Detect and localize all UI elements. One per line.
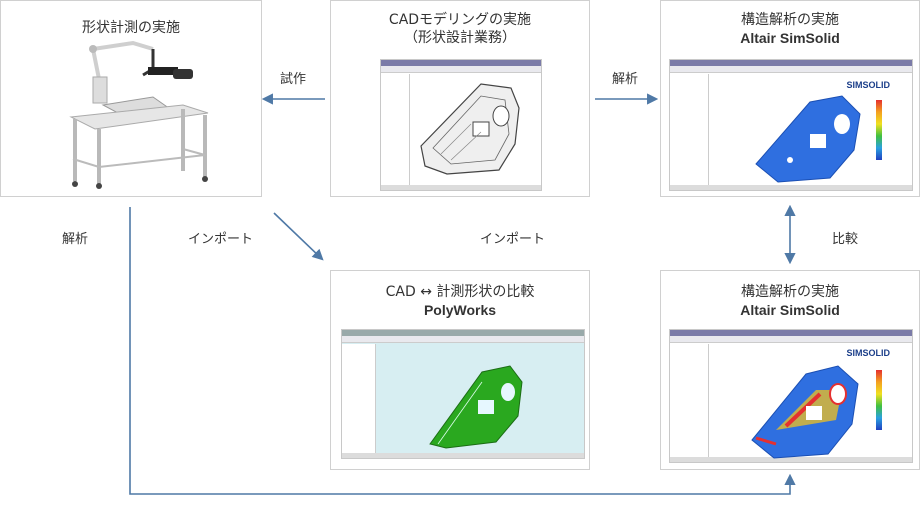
cad-box-title: CADモデリングの実施 [388, 12, 532, 28]
arrow-measure-to-compare [273, 212, 324, 261]
compare-software: PolyWorks [423, 302, 497, 318]
analysis-bottom-title: 構造解析の実施 [741, 284, 839, 300]
cad-box: CADモデリングの実施 （形状設計業務） [330, 0, 590, 197]
label-import-right: インポート [480, 232, 546, 247]
label-analysis-right: 解析 [612, 72, 639, 87]
label-import-left: インポート [188, 232, 254, 247]
measurement-arm-table-image [69, 40, 209, 189]
analysis-bottom-box: 構造解析の実施 Altair SimSolid SIMSOLID [660, 270, 920, 470]
label-analysis-left: 解析 [62, 232, 89, 247]
label-compare: 比較 [832, 232, 859, 247]
analysis-top-software: Altair SimSolid [740, 30, 840, 46]
analysis-top-title: 構造解析の実施 [741, 12, 839, 28]
compare-title: CAD ↔ 計測形状の比較 [385, 284, 535, 300]
analysis-top-box: 構造解析の実施 Altair SimSolid SIMSOLID [660, 0, 920, 197]
measure-box-title: 形状計測の実施 [82, 20, 180, 36]
cad-box-subtitle: （形状設計業務） [404, 30, 516, 46]
compare-box: CAD ↔ 計測形状の比較 PolyWorks [330, 270, 590, 470]
measure-box: 形状計測の実施 [0, 0, 262, 197]
legend-colorbar [876, 370, 882, 430]
simsolid-screenshot-bottom: SIMSOLID [669, 329, 913, 463]
cad-software-screenshot [380, 59, 542, 191]
legend-colorbar [876, 100, 882, 160]
simsolid-screenshot-top: SIMSOLID [669, 59, 913, 191]
label-prototype: 試作 [280, 72, 307, 87]
polyworks-screenshot [341, 329, 585, 459]
analysis-bottom-software: Altair SimSolid [740, 302, 840, 318]
